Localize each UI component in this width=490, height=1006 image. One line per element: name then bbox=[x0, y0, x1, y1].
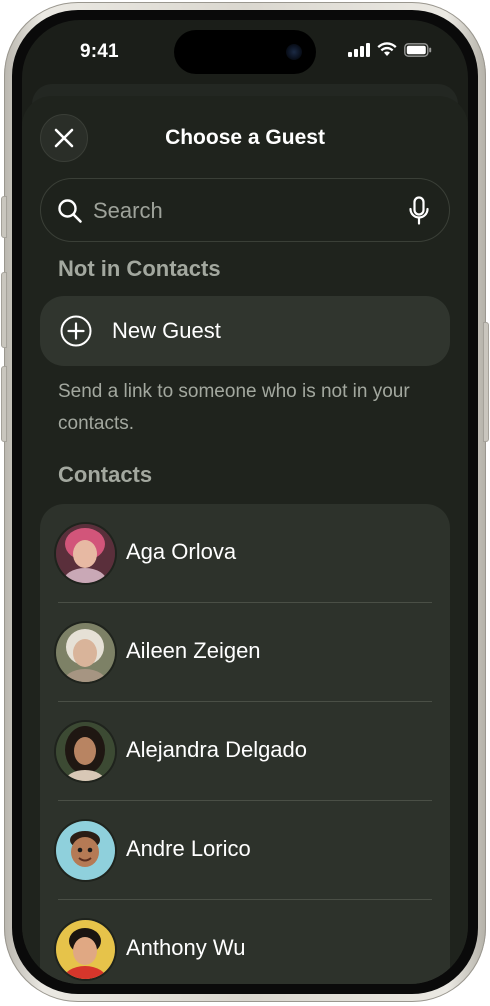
volume-down-button bbox=[1, 366, 7, 442]
contact-name: Aga Orlova bbox=[126, 539, 237, 564]
new-guest-button[interactable]: New Guest bbox=[40, 296, 450, 366]
contact-name: Aileen Zeigen bbox=[126, 638, 261, 663]
photo-avatar bbox=[56, 920, 115, 979]
photo-avatar bbox=[56, 623, 115, 682]
contacts-heading: Contacts bbox=[58, 462, 153, 487]
side-button bbox=[483, 322, 489, 442]
contact-row[interactable]: Anthony Wu bbox=[40, 900, 450, 984]
cellular-signal-icon bbox=[348, 42, 370, 57]
microphone-icon[interactable] bbox=[409, 196, 429, 226]
contact-row[interactable]: Andre Lorico bbox=[40, 801, 450, 900]
contact-row[interactable]: Alejandra Delgado bbox=[40, 702, 450, 801]
contact-row[interactable]: Aga Orlova bbox=[40, 504, 450, 603]
not-in-contacts-heading: Not in Contacts bbox=[58, 256, 221, 281]
status-icons bbox=[348, 42, 432, 57]
status-time: 9:41 bbox=[80, 41, 119, 62]
search-bar[interactable] bbox=[40, 178, 450, 242]
search-input[interactable] bbox=[91, 193, 395, 229]
camera-icon bbox=[286, 44, 302, 60]
contacts-list: Aga Orlova Aileen Zeigen Alejandra Delga… bbox=[40, 504, 450, 984]
screen: 9:41 Choose a Guest Search Not in Contac… bbox=[22, 20, 468, 984]
contact-name: Alejandra Delgado bbox=[126, 737, 308, 762]
sheet-title: Choose a Guest bbox=[165, 126, 325, 149]
memoji-avatar bbox=[56, 821, 115, 880]
contact-name: Anthony Wu bbox=[126, 935, 246, 960]
new-guest-label: New Guest bbox=[112, 318, 221, 343]
search-icon bbox=[58, 199, 82, 223]
contact-name: Andre Lorico bbox=[126, 836, 251, 861]
plus-circle-icon bbox=[60, 315, 92, 347]
new-guest-hint: Send a link to someone who is not in you… bbox=[58, 381, 410, 434]
dynamic-island bbox=[174, 30, 316, 74]
action-button bbox=[1, 196, 7, 238]
volume-up-button bbox=[1, 272, 7, 348]
wifi-icon bbox=[377, 42, 397, 56]
photo-avatar bbox=[56, 524, 115, 583]
photo-avatar bbox=[56, 722, 115, 781]
contact-row[interactable]: Aileen Zeigen bbox=[40, 603, 450, 702]
battery-icon bbox=[404, 42, 432, 57]
